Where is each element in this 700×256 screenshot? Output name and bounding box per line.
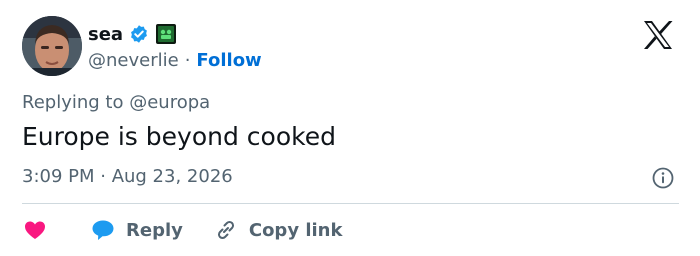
like-button[interactable] — [22, 217, 48, 243]
separator-dot: · — [184, 49, 191, 71]
avatar[interactable] — [22, 16, 82, 76]
divider — [22, 203, 679, 204]
speech-bubble-icon — [92, 220, 114, 240]
link-icon — [217, 220, 234, 240]
x-logo-icon[interactable] — [642, 20, 674, 50]
author-handle-row: @neverlie · Follow — [88, 48, 262, 72]
copy-link-button[interactable]: Copy link — [213, 217, 343, 243]
flag-emoji-icon — [156, 24, 177, 44]
heart-icon — [25, 221, 45, 239]
tweet-card: sea @neverlie · Follow Replying to @euro… — [0, 0, 700, 256]
author-name-row: sea — [88, 21, 177, 47]
follow-button[interactable]: Follow — [196, 50, 261, 71]
replying-to-mention[interactable]: @europa — [129, 92, 210, 113]
info-icon[interactable] — [651, 166, 675, 190]
copy-link-label: Copy link — [248, 219, 343, 241]
replying-prefix: Replying to — [22, 92, 124, 113]
tweet-timestamp[interactable]: 3:09 PM · Aug 23, 2026 — [22, 166, 233, 187]
action-bar: Reply Copy link — [22, 214, 342, 246]
replying-to-line: Replying to @europa — [22, 92, 210, 113]
tweet-text: Europe is beyond cooked — [22, 122, 336, 151]
reply-button[interactable]: Reply — [90, 217, 183, 243]
display-name[interactable]: sea — [88, 24, 123, 45]
verified-badge-icon — [131, 25, 147, 43]
reply-label: Reply — [126, 219, 183, 241]
author-handle[interactable]: @neverlie — [88, 50, 179, 71]
